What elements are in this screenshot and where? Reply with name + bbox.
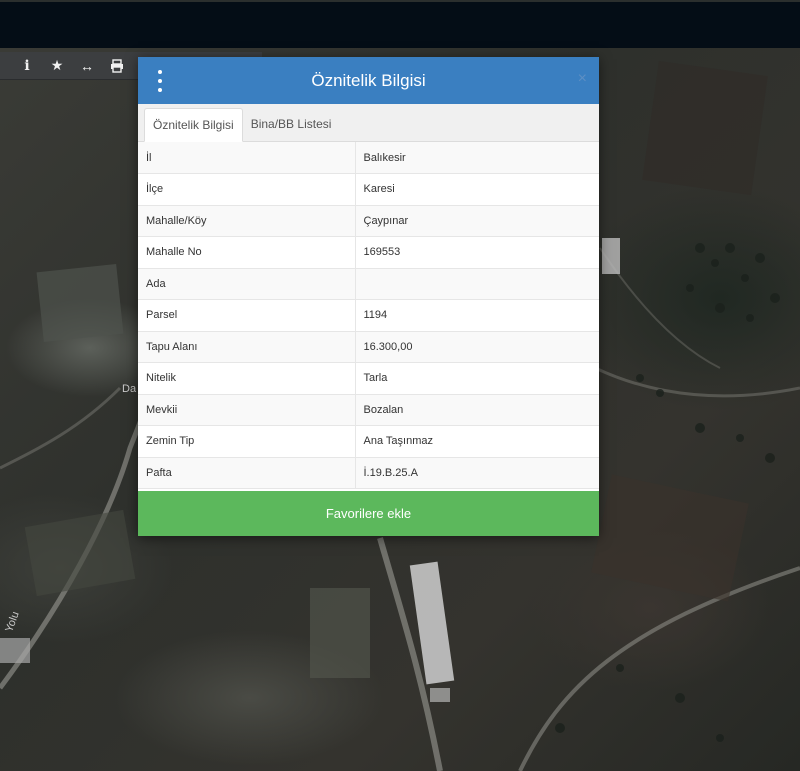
- tab-attribute-info[interactable]: Öznitelik Bilgisi: [144, 108, 243, 142]
- row-value: Çaypınar: [355, 205, 599, 237]
- row-value: Balıkesir: [355, 142, 599, 174]
- attribute-info-modal: Öznitelik Bilgisi × Öznitelik Bilgisi Bi…: [138, 57, 599, 536]
- print-button[interactable]: [102, 52, 132, 80]
- map-road-label: Da: [122, 383, 137, 395]
- star-icon: ★: [50, 57, 64, 73]
- table-row: Mahalle/Köy Çaypınar: [138, 205, 599, 237]
- table-row: İl Balıkesir: [138, 142, 599, 174]
- print-icon: [111, 58, 123, 73]
- row-key: Parsel: [138, 299, 356, 332]
- row-value: 169553: [355, 236, 599, 269]
- row-key: Nitelik: [138, 362, 356, 395]
- row-value: Karesi: [355, 173, 599, 206]
- row-key: Mahalle No: [138, 236, 356, 269]
- row-value: İ.19.B.25.A: [355, 457, 599, 489]
- row-value: 16.300,00: [355, 331, 599, 363]
- table-row: Mahalle No 169553: [138, 236, 599, 269]
- row-key: İl: [138, 142, 356, 174]
- add-to-favorites-button[interactable]: Favorilere ekle: [138, 491, 599, 536]
- table-row: Tapu Alanı 16.300,00: [138, 331, 599, 363]
- measure-button[interactable]: ↔: [72, 52, 102, 80]
- table-row: Parsel 1194: [138, 299, 599, 332]
- table-row: Nitelik Tarla: [138, 362, 599, 395]
- table-row: İlçe Karesi: [138, 173, 599, 206]
- menu-dots-icon[interactable]: [152, 70, 168, 92]
- modal-title: Öznitelik Bilgisi: [311, 70, 426, 90]
- close-icon[interactable]: ×: [578, 70, 587, 88]
- modal-header: Öznitelik Bilgisi ×: [138, 57, 599, 104]
- favorite-button[interactable]: ★: [42, 52, 72, 80]
- attribute-table: İl Balıkesir İlçe Karesi Mahalle/Köy Çaypın…: [138, 142, 599, 489]
- table-row: Ada: [138, 268, 599, 300]
- info-button[interactable]: i: [12, 52, 42, 80]
- measure-icon: ↔: [80, 57, 94, 74]
- row-value: Tarla: [355, 362, 599, 395]
- table-row: Mevkii Bozalan: [138, 394, 599, 426]
- row-value: 1194: [355, 299, 599, 332]
- tab-building-list[interactable]: Bina/BB Listesi: [243, 107, 340, 141]
- row-key: Mahalle/Köy: [138, 205, 356, 237]
- row-key: Tapu Alanı: [138, 331, 356, 363]
- table-row: Zemin Tip Ana Taşınmaz: [138, 425, 599, 458]
- table-row: Pafta İ.19.B.25.A: [138, 457, 599, 489]
- row-value: Ana Taşınmaz: [355, 425, 599, 458]
- row-value: Bozalan: [355, 394, 599, 426]
- modal-tabs: Öznitelik Bilgisi Bina/BB Listesi: [138, 104, 599, 142]
- info-icon: i: [24, 57, 30, 74]
- row-key: Zemin Tip: [138, 425, 356, 458]
- row-key: Mevkii: [138, 394, 356, 426]
- row-value: [355, 268, 599, 300]
- row-key: Pafta: [138, 457, 356, 489]
- row-key: İlçe: [138, 173, 356, 206]
- row-key: Ada: [138, 268, 356, 300]
- top-navbar: [0, 0, 800, 48]
